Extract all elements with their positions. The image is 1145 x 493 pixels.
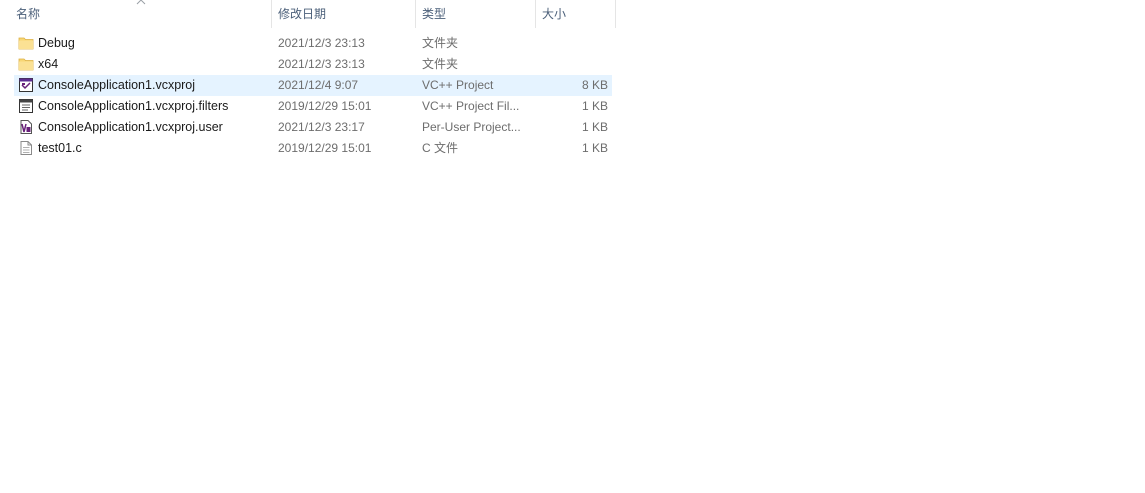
file-row[interactable]: x64 2021/12/3 23:13 文件夹: [14, 54, 612, 75]
file-type: 文件夹: [422, 57, 459, 71]
file-row[interactable]: Debug 2021/12/3 23:13 文件夹: [14, 33, 612, 54]
column-header-type[interactable]: 类型: [416, 0, 536, 28]
file-row[interactable]: ConsoleApplication1.vcxproj.user 2021/12…: [14, 117, 612, 138]
file-name: test01.c: [38, 141, 82, 155]
file-size: [534, 54, 608, 75]
column-header-size-label: 大小: [542, 7, 567, 21]
file-type: Per-User Project...: [422, 120, 521, 134]
column-header-date-label: 修改日期: [278, 7, 327, 21]
file-date: 2021/12/3 23:17: [278, 120, 365, 134]
file-type: VC++ Project: [422, 78, 494, 92]
file-date: 2021/12/3 23:13: [278, 57, 365, 71]
user-file-icon: [20, 120, 32, 134]
column-header-name[interactable]: 名称: [10, 0, 272, 28]
filters-file-icon: [19, 99, 33, 113]
folder-icon: [18, 37, 34, 50]
column-header-type-label: 类型: [422, 7, 447, 21]
file-row-selected[interactable]: ConsoleApplication1.vcxproj 2021/12/4 9:…: [14, 75, 612, 96]
column-header-size[interactable]: 大小: [536, 0, 616, 28]
column-header-bar: 名称 修改日期 类型 大小: [0, 0, 616, 28]
file-date: 2021/12/4 9:07: [278, 78, 359, 92]
vcxproj-icon: [19, 78, 33, 92]
file-size: 1 KB: [581, 99, 608, 113]
file-size: 1 KB: [581, 120, 608, 134]
file-size: [534, 33, 608, 54]
file-type: C 文件: [422, 141, 459, 155]
file-name: Debug: [38, 36, 75, 50]
file-name: ConsoleApplication1.vcxproj: [38, 78, 196, 92]
file-name: ConsoleApplication1.vcxproj.filters: [38, 99, 229, 113]
file-date: 2019/12/29 15:01: [278, 99, 372, 113]
folder-icon: [18, 58, 34, 71]
file-name: x64: [38, 57, 59, 71]
file-date: 2019/12/29 15:01: [278, 141, 372, 155]
file-date: 2021/12/3 23:13: [278, 36, 365, 50]
file-name: ConsoleApplication1.vcxproj.user: [38, 120, 223, 134]
file-row[interactable]: test01.c 2019/12/29 15:01 C 文件 1 KB: [14, 138, 612, 159]
text-file-icon: [20, 141, 32, 155]
column-header-date[interactable]: 修改日期: [272, 0, 416, 28]
file-size: 1 KB: [581, 141, 608, 155]
file-type: VC++ Project Fil...: [422, 99, 520, 113]
file-size: 8 KB: [581, 78, 608, 92]
file-type: 文件夹: [422, 36, 459, 50]
file-row[interactable]: ConsoleApplication1.vcxproj.filters 2019…: [14, 96, 612, 117]
column-header-name-label: 名称: [16, 7, 41, 21]
